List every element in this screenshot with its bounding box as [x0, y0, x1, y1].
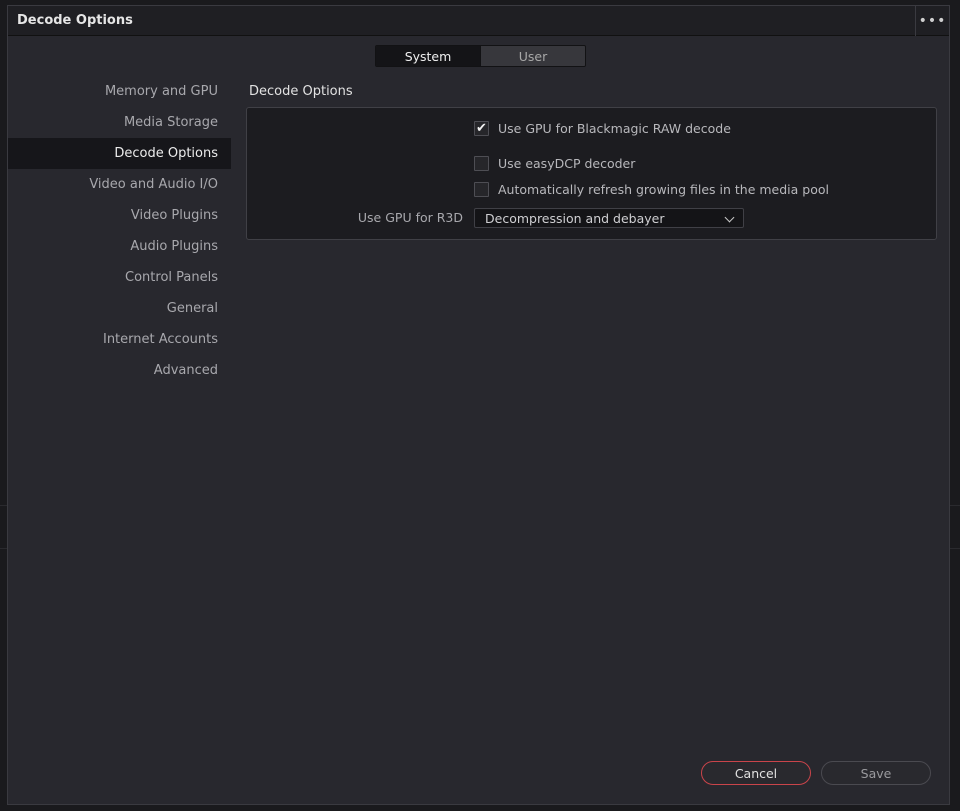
gpu-braw-label: Use GPU for Blackmagic RAW decode: [498, 121, 731, 136]
sidebar-item-decode-options[interactable]: Decode Options: [8, 138, 231, 169]
sidebar-item-memory-and-gpu[interactable]: Memory and GPU: [8, 76, 231, 107]
auto-refresh-checkbox[interactable]: [474, 182, 489, 197]
sidebar-item-internet-accounts[interactable]: Internet Accounts: [8, 324, 231, 355]
checkmark-icon: ✔: [476, 121, 487, 136]
sidebar-item-video-plugins[interactable]: Video Plugins: [8, 200, 231, 231]
preferences-sidebar: Memory and GPU Media Storage Decode Opti…: [8, 76, 231, 386]
r3d-gpu-value: Decompression and debayer: [485, 210, 665, 226]
chevron-down-icon: [724, 212, 735, 223]
tab-system[interactable]: System: [376, 46, 480, 66]
easydcp-checkbox[interactable]: [474, 156, 489, 171]
sidebar-item-general[interactable]: General: [8, 293, 231, 324]
auto-refresh-option[interactable]: Automatically refresh growing files in t…: [474, 182, 829, 197]
dialog-titlebar: Decode Options •••: [8, 6, 949, 36]
sidebar-item-video-and-audio-io[interactable]: Video and Audio I/O: [8, 169, 231, 200]
r3d-gpu-label: Use GPU for R3D: [357, 210, 463, 225]
more-options-button[interactable]: •••: [915, 6, 949, 36]
dialog-title: Decode Options: [17, 13, 133, 28]
easydcp-option[interactable]: Use easyDCP decoder: [474, 156, 635, 171]
tab-user[interactable]: User: [480, 46, 585, 66]
scope-tabs: System User: [375, 45, 586, 67]
sidebar-item-advanced[interactable]: Advanced: [8, 355, 231, 386]
cancel-button[interactable]: Cancel: [701, 761, 811, 785]
background-divider: [950, 548, 960, 549]
more-horizontal-icon: •••: [918, 13, 947, 29]
gpu-braw-checkbox[interactable]: ✔: [474, 121, 489, 136]
sidebar-item-audio-plugins[interactable]: Audio Plugins: [8, 231, 231, 262]
save-button[interactable]: Save: [821, 761, 931, 785]
r3d-gpu-select[interactable]: Decompression and debayer: [474, 208, 744, 228]
sidebar-item-control-panels[interactable]: Control Panels: [8, 262, 231, 293]
section-title: Decode Options: [249, 84, 353, 99]
background-divider: [950, 505, 960, 506]
easydcp-label: Use easyDCP decoder: [498, 156, 636, 171]
decode-options-dialog: Decode Options ••• System User Memory an…: [7, 5, 950, 805]
gpu-braw-option[interactable]: ✔ Use GPU for Blackmagic RAW decode: [474, 121, 731, 136]
sidebar-item-media-storage[interactable]: Media Storage: [8, 107, 231, 138]
auto-refresh-label: Automatically refresh growing files in t…: [498, 182, 829, 197]
background-divider: [0, 505, 7, 506]
background-divider: [0, 548, 7, 549]
decode-options-panel: ✔ Use GPU for Blackmagic RAW decode Use …: [246, 107, 937, 240]
